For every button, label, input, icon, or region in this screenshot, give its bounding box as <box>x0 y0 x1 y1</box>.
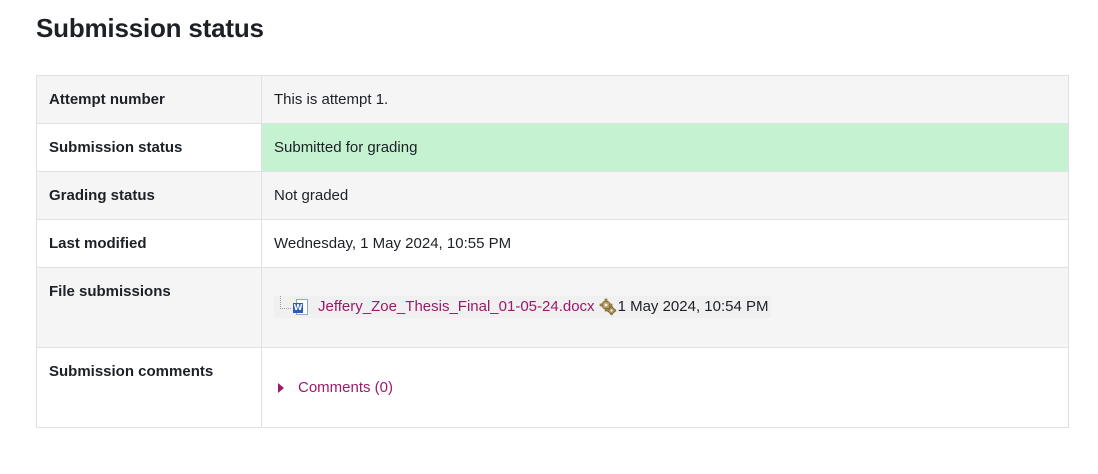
grading-status-label: Grading status <box>49 187 155 204</box>
row-value: This is attempt 1. <box>261 75 1069 124</box>
table-row-submission-comments: Submission comments Comments (0) <box>36 347 1069 428</box>
row-label: Submission status <box>36 123 262 172</box>
submission-status-value: Submitted for grading <box>274 139 418 156</box>
row-value: Comments (0) <box>261 347 1069 428</box>
submission-status-table: Attempt number This is attempt 1. Submis… <box>36 75 1069 428</box>
page-title: Submission status <box>36 13 264 43</box>
submitted-file-link[interactable]: Jeffery_Zoe_Thesis_Final_01-05-24.docx <box>318 296 595 318</box>
last-modified-label: Last modified <box>49 235 147 252</box>
word-document-icon: W <box>293 298 308 316</box>
submission-status-label: Submission status <box>49 139 183 156</box>
row-value: Wednesday, 1 May 2024, 10:55 PM <box>261 219 1069 268</box>
file-tree: W Jeffery_Zoe_Thesis_Final_01-05-24.docx <box>274 295 771 318</box>
table-row-grading-status: Grading status Not graded <box>36 171 1069 220</box>
row-value: W Jeffery_Zoe_Thesis_Final_01-05-24.docx <box>261 267 1069 348</box>
file-date: 1 May 2024, 10:54 PM <box>617 298 769 315</box>
word-badge: W <box>293 302 303 313</box>
row-label: Last modified <box>36 219 262 268</box>
row-label: Submission comments <box>36 347 262 428</box>
row-label: Grading status <box>36 171 262 220</box>
comments-toggle[interactable]: Comments (0) <box>274 378 393 398</box>
table-row-attempt-number: Attempt number This is attempt 1. <box>36 75 1069 124</box>
row-label: File submissions <box>36 267 262 348</box>
caret-right-icon[interactable] <box>278 383 284 393</box>
tree-connector <box>280 295 291 309</box>
submission-comments-label: Submission comments <box>49 363 214 380</box>
last-modified-value: Wednesday, 1 May 2024, 10:55 PM <box>274 235 512 252</box>
row-label: Attempt number <box>36 75 262 124</box>
row-value: Not graded <box>261 171 1069 220</box>
attempt-number-value: This is attempt 1. <box>274 91 389 108</box>
gears-icon[interactable] <box>599 298 617 316</box>
attempt-number-label: Attempt number <box>49 91 165 108</box>
table-row-submission-status: Submission status Submitted for grading <box>36 123 1069 172</box>
grading-status-value: Not graded <box>274 187 349 204</box>
table-row-last-modified: Last modified Wednesday, 1 May 2024, 10:… <box>36 219 1069 268</box>
comments-link[interactable]: Comments (0) <box>298 378 393 398</box>
row-value: Submitted for grading <box>261 123 1069 172</box>
file-submissions-label: File submissions <box>49 283 171 300</box>
table-row-file-submissions: File submissions W Jeffery_Zoe_Thesis_Fi… <box>36 267 1069 348</box>
